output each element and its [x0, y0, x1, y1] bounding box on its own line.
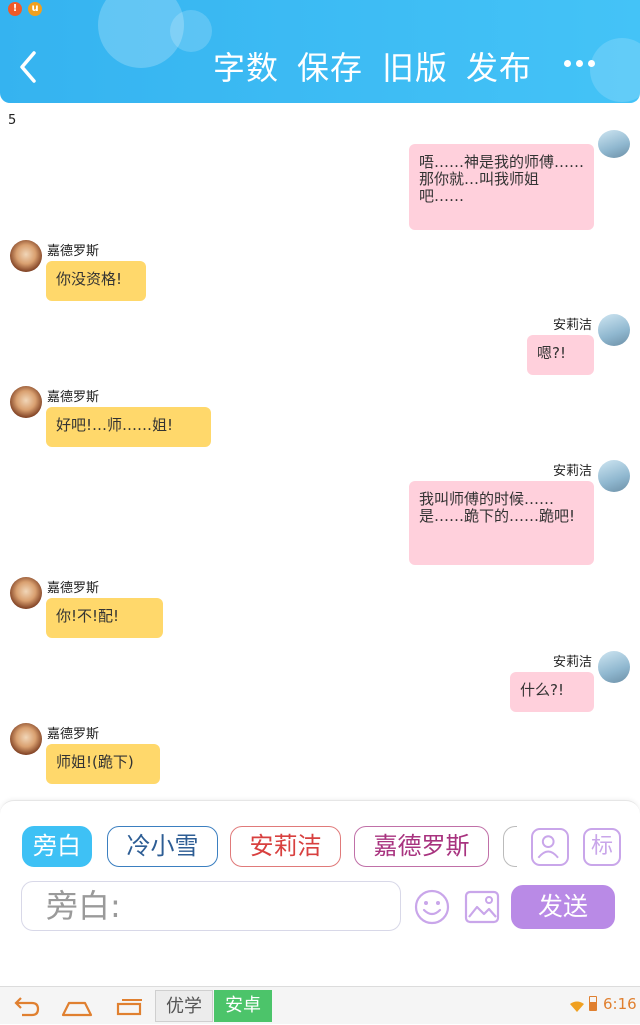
decorative-bubble — [170, 10, 212, 52]
avatar-jiadeluosi — [10, 723, 42, 755]
speaker-name: 嘉德罗斯 — [47, 581, 100, 596]
notification-u-icon: u — [28, 2, 42, 16]
notification-alert-icon: ! — [8, 2, 22, 16]
speaker-name: 安莉洁 — [553, 318, 593, 333]
speaker-name: 嘉德罗斯 — [47, 244, 100, 259]
role-chip-jiadeluosi[interactable]: 嘉德罗斯 — [354, 826, 489, 867]
chat-message: 什么?! — [510, 672, 594, 712]
speaker-name: 嘉德罗斯 — [47, 390, 100, 405]
chevron-left-icon — [20, 51, 36, 83]
send-button[interactable]: 发送 — [511, 885, 615, 929]
chat-message: 师姐!(跪下) — [46, 744, 160, 784]
clock-time: 6:16 — [603, 995, 637, 1013]
image-button[interactable] — [463, 888, 501, 926]
message-counter: 5 — [8, 113, 17, 128]
composer-panel: 旁白 冷小雪 安莉洁 嘉德罗斯 标 发送 — [0, 800, 640, 986]
chat-message: 你!不!配! — [46, 598, 163, 638]
more-dots-icon — [576, 60, 583, 67]
speaker-name: 安莉洁 — [553, 655, 593, 670]
emoji-button[interactable] — [413, 888, 451, 926]
smiley-icon — [414, 889, 450, 925]
more-dots-icon — [588, 60, 595, 67]
role-chip-anlijie[interactable]: 安莉洁 — [230, 826, 341, 867]
image-icon — [464, 890, 500, 924]
chat-message: 你没资格! — [46, 261, 146, 301]
avatar-jiadeluosi — [10, 240, 42, 272]
role-manage-button[interactable] — [531, 828, 569, 866]
nav-back-button[interactable] — [10, 991, 42, 1021]
speaker-name: 嘉德罗斯 — [47, 727, 100, 742]
wifi-icon — [570, 998, 584, 1012]
avatar-jiadeluosi — [10, 577, 42, 609]
person-icon — [537, 835, 559, 859]
message-input[interactable] — [21, 881, 401, 931]
battery-icon — [589, 996, 597, 1011]
avatar-anlijie — [598, 460, 630, 492]
chat-message: 好吧!…师……姐! — [46, 407, 211, 447]
home-icon — [61, 1001, 93, 1017]
speaker-name: 安莉洁 — [553, 464, 593, 479]
role-chip-lengxiaoxue[interactable]: 冷小雪 — [107, 826, 218, 867]
avatar-anlijie — [598, 651, 630, 683]
nav-home-button[interactable] — [60, 991, 94, 1021]
avatar-anlijie — [598, 314, 630, 346]
chat-message: 嗯?! — [527, 335, 594, 375]
avatar-anlijie — [598, 130, 630, 158]
chat-message: 我叫师傅的时候…… 是……跪下的……跪吧! — [409, 481, 594, 565]
nav-tab-android[interactable]: 安卓 — [214, 990, 272, 1022]
publish-button[interactable]: 发布 — [466, 44, 532, 92]
save-button[interactable]: 保存 — [297, 44, 363, 92]
system-nav-bar: 优学 安卓 6:16 — [0, 986, 640, 1024]
back-arrow-icon — [14, 997, 40, 1017]
chat-message: 唔……神是我的师傅…… 那你就…叫我师姐 吧…… — [409, 144, 594, 230]
back-button[interactable] — [18, 44, 50, 90]
nav-tab-youxue[interactable]: 优学 — [155, 990, 213, 1022]
tag-button[interactable]: 标 — [583, 828, 621, 866]
recent-apps-icon — [116, 999, 142, 1016]
more-menu-button[interactable] — [560, 52, 600, 76]
avatar-jiadeluosi — [10, 386, 42, 418]
more-dots-icon — [564, 60, 571, 67]
old-version-button[interactable]: 旧版 — [382, 44, 448, 92]
nav-recent-button[interactable] — [114, 991, 146, 1021]
word-count-button[interactable]: 字数 — [213, 44, 279, 92]
chat-area[interactable]: 5 唔……神是我的师傅…… 那你就…叫我师姐 吧…… 嘉德罗斯 你没资格! 安莉… — [0, 103, 640, 800]
app-header: ! u 字数 保存 旧版 发布 — [0, 0, 640, 103]
role-chip-partial[interactable] — [503, 826, 517, 867]
role-chip-narration[interactable]: 旁白 — [22, 826, 92, 867]
